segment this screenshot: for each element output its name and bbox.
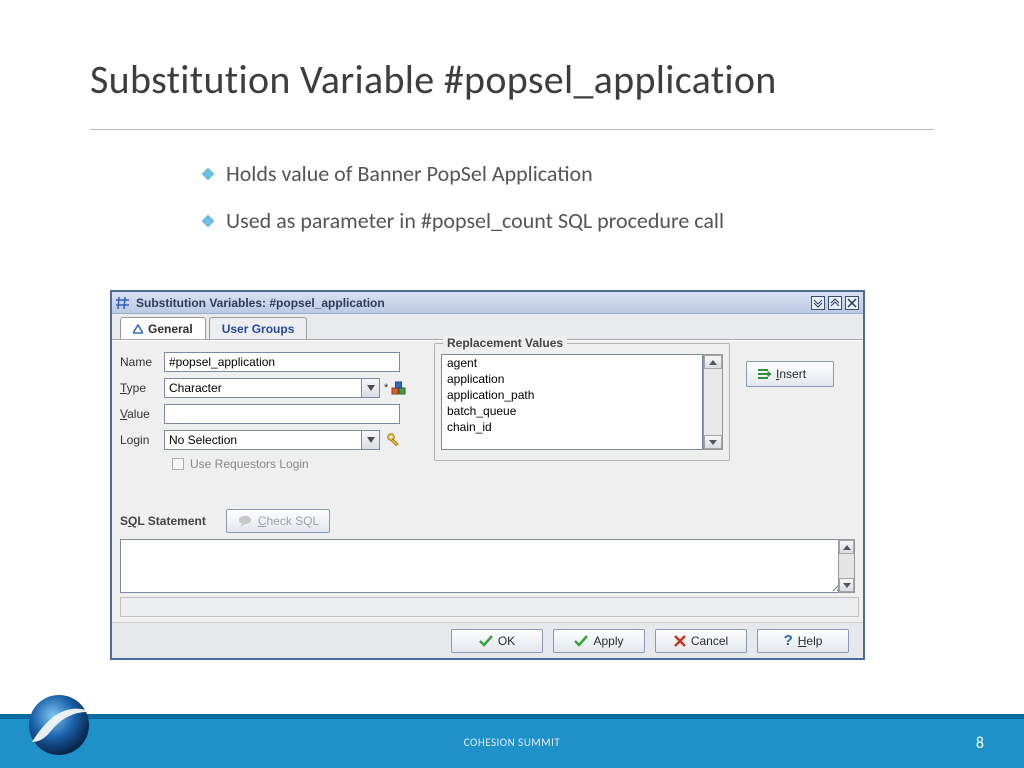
tab-general-label: General xyxy=(148,322,193,336)
sql-statement-textarea[interactable] xyxy=(120,539,842,593)
apply-label: Apply xyxy=(593,634,623,648)
cancel-button[interactable]: Cancel xyxy=(655,629,747,653)
type-combo-value: Character xyxy=(165,381,361,395)
substitution-variables-dialog: Substitution Variables: #popsel_applicat… xyxy=(110,290,865,660)
tab-user-groups-label: User Groups xyxy=(222,322,295,336)
general-panel: Name Type Character * xyxy=(112,340,863,622)
name-label: Name xyxy=(112,355,164,369)
scroll-down-icon[interactable] xyxy=(839,578,854,592)
insert-button-label: Insert xyxy=(776,367,806,381)
chevron-down-icon[interactable] xyxy=(361,379,379,397)
check-icon xyxy=(479,635,493,647)
check-sql-label: Check SQL xyxy=(258,514,319,528)
use-requestors-login-label: Use Requestors Login xyxy=(190,457,309,471)
logo-icon xyxy=(22,688,96,762)
speech-bubble-icon xyxy=(237,513,253,529)
list-item: Used as parameter in #popsel_count SQL p… xyxy=(200,207,1024,234)
required-star: * xyxy=(384,382,388,394)
tab-general[interactable]: General xyxy=(120,317,206,339)
login-label: Login xyxy=(112,433,164,447)
bullet-text: Used as parameter in #popsel_count SQL p… xyxy=(226,207,724,234)
restore-small-icon[interactable] xyxy=(811,296,825,310)
replacement-values-list[interactable]: agent application application_path batch… xyxy=(441,354,703,450)
footer-text: COHESION SUMMIT xyxy=(464,736,560,749)
value-label: Value xyxy=(112,407,164,421)
dialog-button-bar: OK Apply Cancel ? Help xyxy=(112,622,863,658)
scrollbar[interactable] xyxy=(838,539,855,593)
question-icon: ? xyxy=(784,632,793,649)
apply-button[interactable]: Apply xyxy=(553,629,645,653)
name-field[interactable] xyxy=(164,352,400,372)
slide-title: Substitution Variable #popsel_applicatio… xyxy=(0,0,1024,104)
replacement-values-group: Replacement Values agent application app… xyxy=(434,343,730,461)
check-sql-button[interactable]: Check SQL xyxy=(226,509,330,533)
help-label: Help xyxy=(798,634,823,648)
login-combo-value: No Selection xyxy=(165,433,361,447)
page-number: 8 xyxy=(976,734,984,753)
value-field[interactable] xyxy=(164,404,400,424)
help-button[interactable]: ? Help xyxy=(757,629,849,653)
diamond-icon xyxy=(200,166,216,182)
dialog-titlebar[interactable]: Substitution Variables: #popsel_applicat… xyxy=(112,292,863,314)
x-icon xyxy=(674,635,686,647)
title-divider xyxy=(90,129,934,130)
chevron-down-icon[interactable] xyxy=(361,431,379,449)
insert-button[interactable]: Insert xyxy=(746,361,834,387)
scroll-down-icon[interactable] xyxy=(704,435,722,449)
dialog-title: Substitution Variables: #popsel_applicat… xyxy=(136,296,808,310)
replacement-values-label: Replacement Values xyxy=(443,336,567,350)
list-item[interactable]: application_path xyxy=(442,387,702,403)
scroll-up-icon[interactable] xyxy=(704,355,722,369)
checkbox-icon xyxy=(172,458,184,470)
list-item[interactable]: agent xyxy=(442,355,702,371)
login-combo[interactable]: No Selection xyxy=(164,430,380,450)
bullet-list: Holds value of Banner PopSel Application… xyxy=(200,160,1024,234)
triangle-icon xyxy=(133,324,143,334)
scroll-up-icon[interactable] xyxy=(839,540,854,554)
tab-user-groups[interactable]: User Groups xyxy=(209,317,308,339)
ok-button[interactable]: OK xyxy=(451,629,543,653)
type-label: Type xyxy=(112,381,164,395)
check-icon xyxy=(574,635,588,647)
ok-label: OK xyxy=(498,634,515,648)
close-icon[interactable] xyxy=(845,296,859,310)
insert-icon xyxy=(757,367,771,381)
key-icon[interactable] xyxy=(386,432,402,448)
type-combo[interactable]: Character xyxy=(164,378,380,398)
sql-statement-label: SQL Statement xyxy=(120,514,206,528)
diamond-icon xyxy=(200,213,216,229)
list-item: Holds value of Banner PopSel Application xyxy=(200,160,1024,187)
slide-footer: COHESION SUMMIT 8 xyxy=(0,714,1024,768)
use-requestors-login-checkbox[interactable]: Use Requestors Login xyxy=(172,457,422,471)
status-bar xyxy=(120,597,859,617)
bullet-text: Holds value of Banner PopSel Application xyxy=(226,160,593,187)
list-item[interactable]: application xyxy=(442,371,702,387)
list-item[interactable]: batch_queue xyxy=(442,403,702,419)
cancel-label: Cancel xyxy=(691,634,728,648)
hash-icon xyxy=(116,296,130,310)
cubes-icon[interactable] xyxy=(391,380,407,396)
scrollbar[interactable] xyxy=(703,354,723,450)
list-item[interactable]: chain_id xyxy=(442,419,702,435)
maximize-icon[interactable] xyxy=(828,296,842,310)
